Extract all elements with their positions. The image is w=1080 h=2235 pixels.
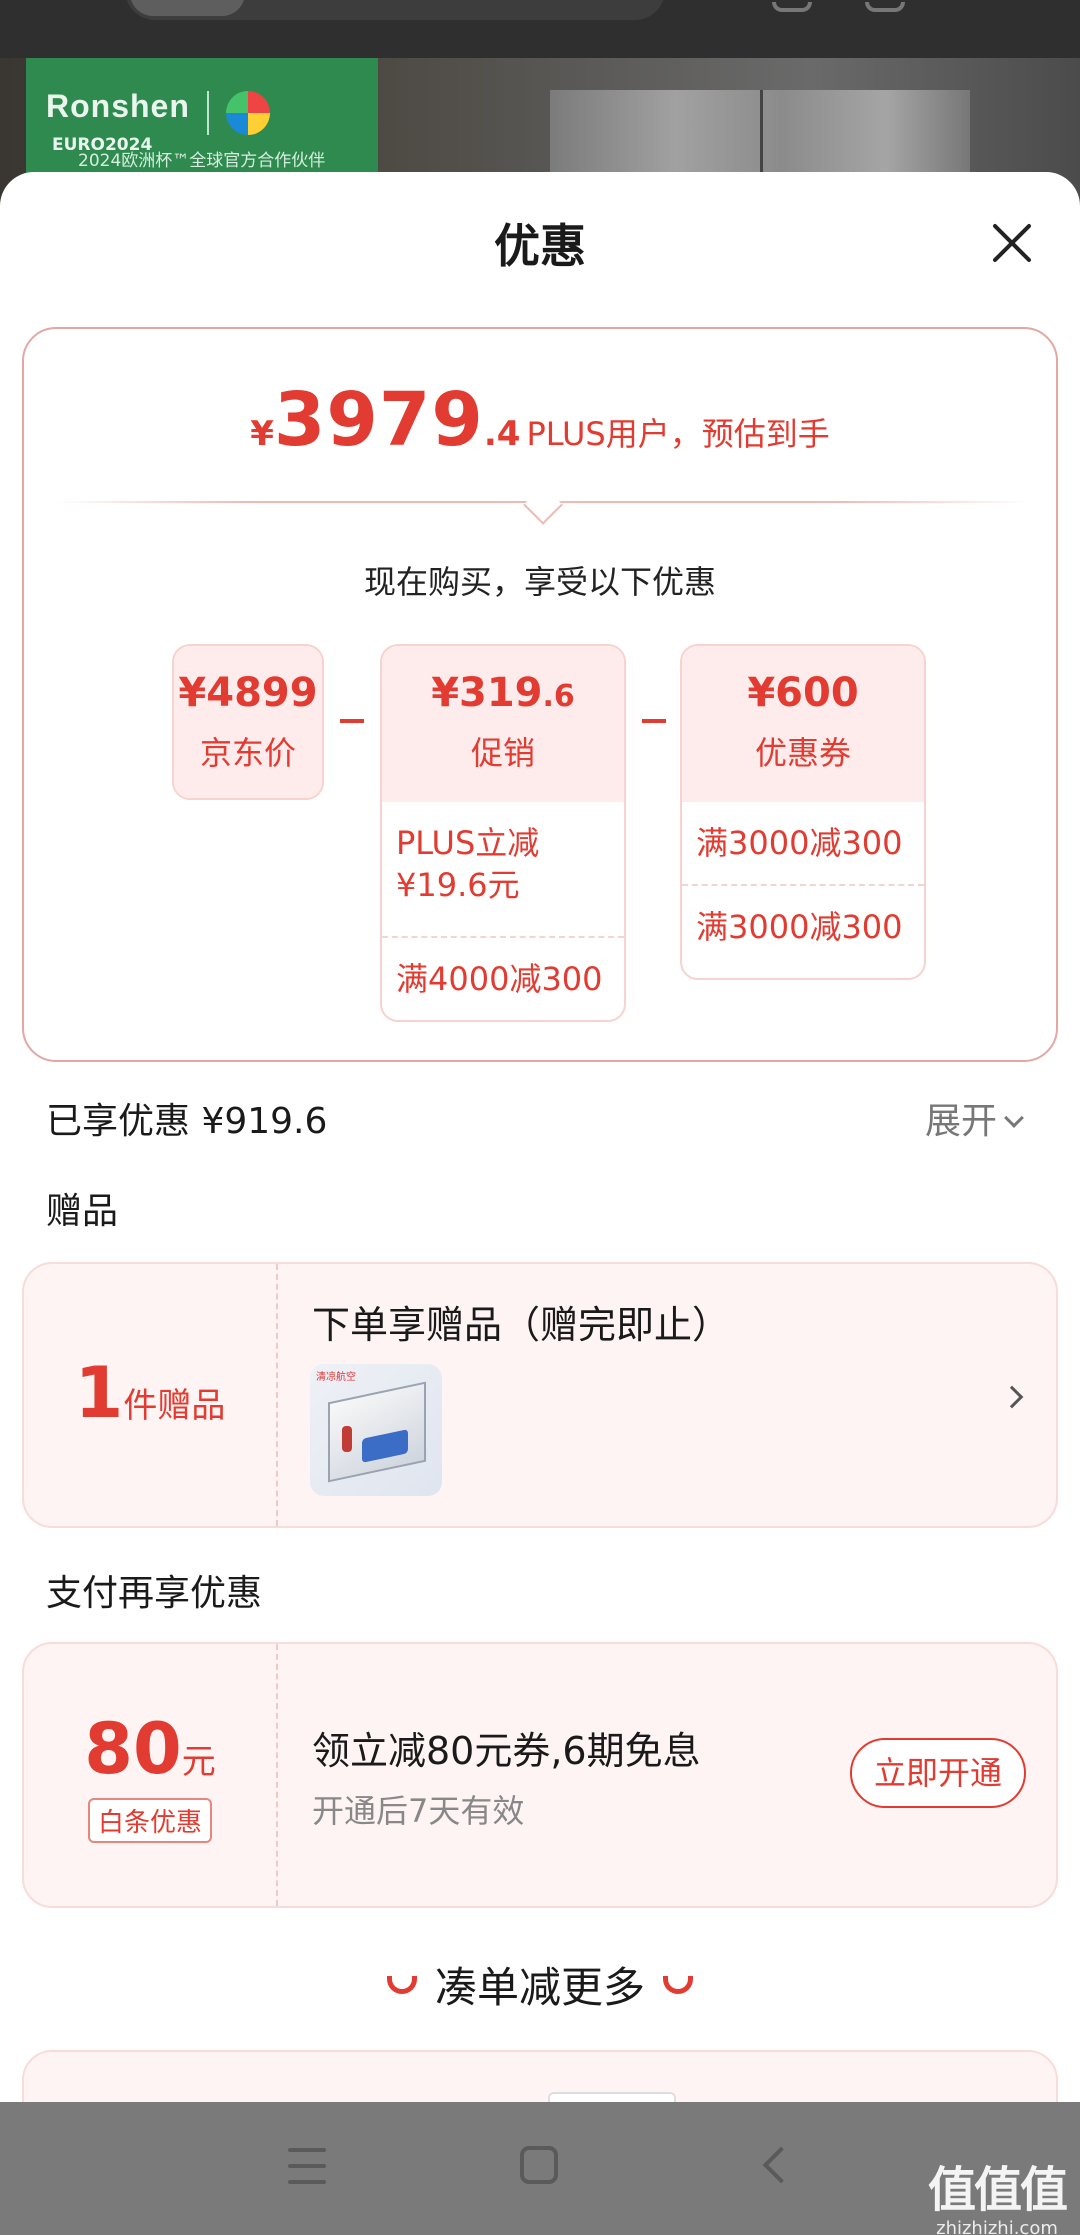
smile-icon — [386, 1976, 417, 1994]
discount-sheet: 优惠 ¥3979.4 PLUS用户，预估到手 现在购买，享受以下优惠 ¥4899 … — [0, 172, 1080, 2102]
smile-icon — [663, 1976, 693, 1994]
close-icon[interactable] — [980, 212, 1044, 276]
coupon-box[interactable]: ¥600 优惠券 满3000减300 满3000减300 — [680, 644, 926, 980]
chevron-right-icon[interactable] — [1000, 1385, 1024, 1409]
payment-offer-amount: 80元 白条优惠 — [24, 1644, 276, 1906]
product-tab-active[interactable] — [130, 0, 245, 16]
minus-icon — [642, 719, 666, 723]
promotion-label: 促销 — [470, 734, 535, 772]
minus-icon — [340, 719, 364, 723]
jd-price-label: 京东价 — [199, 734, 296, 772]
gift-title: 下单享赠品（赠完即止） — [312, 1303, 731, 1347]
gift-section-title: 赠品 — [46, 1191, 119, 1232]
more-deals-title: 凑单减更多 — [0, 1954, 1080, 2015]
payment-offer-subtitle: 开通后7天有效 — [312, 1792, 525, 1830]
home-icon[interactable] — [520, 2146, 558, 2184]
estimated-price-card: ¥3979.4 PLUS用户，预估到手 现在购买，享受以下优惠 ¥4899 京东价… — [22, 327, 1058, 1062]
payment-offer-card: 80元 白条优惠 领立减80元券,6期免息 开通后7天有效 立即开通 — [22, 1642, 1058, 1908]
euro-logo-icon — [226, 90, 271, 135]
enjoyed-discount: 已享优惠 ¥919.6 — [46, 1101, 328, 1142]
buy-now-subtitle: 现在购买，享受以下优惠 — [363, 563, 716, 601]
promotion-amount: ¥319.6 — [431, 670, 575, 716]
watermark: 值值值 zhizhizhi.com — [928, 2162, 1068, 2235]
promotion-item-plus: PLUS立减 ¥19.6元 — [396, 824, 540, 904]
coupon-item: 满3000减300 — [682, 884, 924, 968]
brand-banner: Ronshen EURO2024 2024欧洲杯™全球官方合作伙伴 — [26, 58, 378, 178]
more-deals-card[interactable] — [22, 2050, 1058, 2102]
coupon-item: 满3000减300 — [696, 824, 903, 862]
estimate-label: PLUS用户，预估到手 — [526, 415, 830, 453]
coupon-amount: ¥600 — [747, 670, 859, 716]
expand-button[interactable]: 展开 — [925, 1092, 1024, 1144]
coupon-label: 优惠券 — [754, 734, 851, 772]
brand-tagline: 2024欧洲杯™全球官方合作伙伴 — [78, 151, 326, 171]
product-topbar — [0, 0, 1080, 58]
payment-section-title: 支付再享优惠 — [46, 1573, 263, 1614]
system-navbar — [0, 2102, 1080, 2235]
payment-offer-title: 领立减80元券,6期免息 — [312, 1729, 701, 1773]
gift-thumbnail[interactable]: 清凉航空 — [310, 1364, 442, 1496]
jd-price-amount: ¥4899 — [178, 670, 318, 716]
favorite-icon[interactable] — [772, 2, 812, 12]
gift-card[interactable]: 1件赠品 下单享赠品（赠完即止） 清凉航空 — [22, 1262, 1058, 1528]
promotion-box[interactable]: ¥319.6 促销 PLUS立减 ¥19.6元 满4000减300 — [380, 644, 626, 1022]
price-decimal: .4 — [483, 414, 521, 454]
share-icon[interactable] — [865, 2, 905, 12]
chevron-down-icon — [1004, 1108, 1024, 1128]
activate-button[interactable]: 立即开通 — [850, 1738, 1026, 1808]
gift-count: 1件赠品 — [74, 1352, 226, 1434]
jd-price-box: ¥4899 京东价 — [172, 644, 324, 800]
promotion-item-full-reduction: 满4000减300 — [382, 936, 624, 1020]
more-deals-tag — [548, 2092, 676, 2102]
sheet-title: 优惠 — [494, 219, 586, 273]
notch-icon — [523, 485, 563, 525]
brand-logo: Ronshen — [46, 88, 190, 124]
baitiao-badge: 白条优惠 — [87, 1798, 212, 1843]
price-integer: 3979 — [273, 377, 484, 463]
back-icon[interactable] — [762, 2146, 800, 2184]
estimated-price: ¥3979.4 PLUS用户，预估到手 — [250, 377, 830, 463]
menu-icon[interactable] — [288, 2148, 326, 2184]
